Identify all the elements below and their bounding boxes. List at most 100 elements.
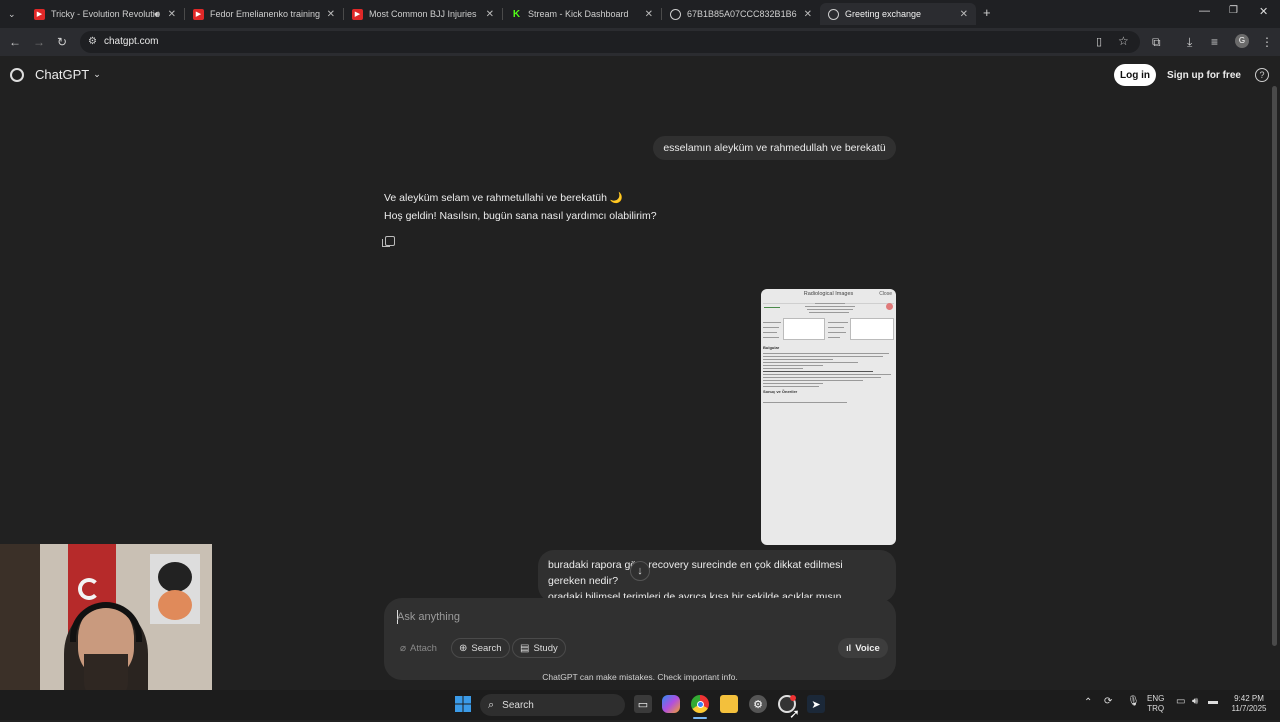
reload-icon[interactable]: ↻ — [57, 35, 67, 49]
window-close-icon[interactable]: ✕ — [1259, 5, 1268, 18]
taskbar: ⌕ Search ▭ ⚙︎ ➤ ➚ ⌃ ⟳ 🎙︎ ENG TRQ ▭ 🔊︎ ▬ … — [0, 690, 1280, 721]
doc-line — [763, 374, 891, 375]
doc-line — [763, 383, 823, 384]
study-label: Study — [533, 642, 558, 654]
restore-icon[interactable]: ❐ — [1229, 5, 1238, 16]
attached-image[interactable]: Radiological Images Close Bulgular Sonuç… — [761, 289, 896, 545]
doc-line — [763, 332, 777, 333]
openai-icon — [670, 8, 681, 20]
address-bar[interactable]: ⚙︎ chatgpt.com ▯ ☆ — [80, 31, 1140, 53]
new-tab-button[interactable]: + — [983, 6, 991, 20]
bookmark-star-icon[interactable]: ☆ — [1118, 34, 1129, 48]
file-explorer-icon[interactable] — [720, 695, 738, 713]
waveform-icon: ıl — [846, 643, 852, 653]
signup-button[interactable]: Sign up for free — [1163, 64, 1245, 86]
user-message: buradaki rapora göre recovery surecinde … — [538, 550, 896, 602]
battery-icon[interactable]: ▬ — [1208, 697, 1218, 707]
show-hidden-icons[interactable]: ⌃ — [1084, 698, 1092, 708]
doc-line — [828, 337, 840, 338]
doc-line — [805, 306, 855, 307]
download-icon[interactable]: ⤓ — [1187, 35, 1192, 49]
login-button[interactable]: Log in — [1114, 64, 1156, 86]
assistant-line: Ve aleyküm selam ve rahmetullahi ve bere… — [384, 192, 623, 204]
taskbar-search-label: Search — [502, 699, 534, 711]
page-scrollbar[interactable] — [1271, 56, 1278, 690]
settings-gear-icon[interactable]: ⚙︎ — [749, 695, 767, 713]
user-message: esselamın aleyküm ve rahmedullah ve bere… — [653, 136, 896, 160]
openai-icon — [828, 8, 839, 20]
task-view-icon[interactable]: ▭ — [634, 695, 652, 713]
extensions-icon[interactable]: ⧉ — [1152, 35, 1161, 49]
tab-bjj[interactable]: ▶ Most Common BJJ Injuries See ✕ — [344, 3, 502, 25]
doc-seal-icon — [886, 303, 893, 310]
profile-avatar-icon[interactable]: G — [1235, 34, 1249, 48]
scroll-down-button[interactable]: ↓ — [630, 561, 650, 581]
speaker-icon[interactable]: 🔊︎ — [154, 9, 160, 20]
close-tab-icon[interactable]: ✕ — [168, 9, 176, 20]
composer[interactable]: Ask anything ⌀ Attach ⊕ Search ▤ Study ıl Vo… — [384, 598, 896, 680]
scrollbar-thumb[interactable] — [1272, 86, 1277, 646]
kick-icon: K — [511, 8, 522, 20]
art-shape — [158, 590, 192, 620]
close-tab-icon[interactable]: ✕ — [327, 9, 335, 20]
chrome-icon[interactable] — [691, 695, 709, 713]
taskbar-search[interactable]: ⌕ Search — [480, 694, 625, 716]
headset-icon — [70, 602, 142, 642]
forward-icon[interactable]: → — [33, 35, 45, 49]
prompt-input[interactable]: Ask anything — [397, 611, 460, 623]
youtube-icon: ▶ — [352, 8, 363, 20]
close-tab-icon[interactable]: ✕ — [486, 9, 494, 20]
browser-tab-bar: ⌄ ▶ Tricky - Evolution Revolutio 🔊︎ ✕ ▶ … — [0, 0, 1280, 28]
brand-label: ChatGPT — [35, 67, 90, 82]
language-indicator[interactable]: ENG TRQ — [1147, 694, 1164, 714]
doc-line — [763, 327, 779, 328]
page-icon[interactable]: ▯ — [1096, 35, 1102, 49]
tab-search-chevron-icon[interactable]: ⌄ — [8, 7, 16, 21]
search-button[interactable]: ⊕ Search — [451, 638, 510, 658]
volume-icon[interactable]: 🔊︎ — [1192, 697, 1198, 707]
tab-title: Greeting exchange — [845, 9, 922, 19]
tab-title: Most Common BJJ Injuries See — [369, 9, 479, 19]
windows-start-icon[interactable] — [454, 695, 472, 713]
attachment-title: Radiological Images — [803, 291, 854, 297]
copy-icon[interactable] — [382, 236, 395, 247]
doc-line — [807, 309, 853, 310]
openai-logo-icon — [10, 67, 24, 82]
close-tab-icon[interactable]: ✕ — [804, 9, 812, 20]
tab-greeting-exchange[interactable]: Greeting exchange ✕ — [820, 3, 976, 25]
steam-icon[interactable]: ➤ — [807, 695, 825, 713]
site-info-icon[interactable]: ⚙︎ — [88, 35, 97, 49]
network-icon[interactable]: ▭ — [1176, 697, 1185, 707]
browser-menu-icon[interactable]: ⋮ — [1261, 35, 1273, 49]
close-tab-icon[interactable]: ✕ — [960, 9, 968, 20]
doc-line — [763, 337, 779, 338]
tab-tricky[interactable]: ▶ Tricky - Evolution Revolutio 🔊︎ ✕ — [26, 3, 184, 25]
voice-button[interactable]: ıl Voice — [838, 638, 888, 658]
doc-line — [763, 386, 819, 387]
doc-line — [763, 377, 881, 378]
doc-line — [815, 303, 845, 304]
model-selector[interactable]: ChatGPT ⌄ — [10, 67, 101, 82]
sync-icon[interactable]: ⟳ — [1104, 697, 1112, 707]
close-tab-icon[interactable]: ✕ — [645, 9, 653, 20]
doc-line — [763, 365, 823, 366]
tab-hash[interactable]: 67B1B85A07CCC832B1B6278E ✕ — [662, 3, 820, 25]
doc-logo — [764, 307, 780, 308]
clock-time: 9:42 PM — [1234, 694, 1264, 703]
tab-fedor[interactable]: ▶ Fedor Emelianenko training co ✕ — [185, 3, 343, 25]
microphone-icon[interactable]: 🎙︎ — [1127, 697, 1140, 707]
minimize-icon[interactable]: — — [1199, 5, 1210, 17]
tab-kick[interactable]: K Stream - Kick Dashboard ✕ — [503, 3, 661, 25]
crescent-icon — [78, 578, 100, 600]
copilot-icon[interactable] — [662, 695, 680, 713]
back-icon[interactable]: ← — [9, 35, 21, 49]
media-control-icon[interactable]: ≡ — [1211, 35, 1218, 49]
attach-button[interactable]: ⌀ Attach — [392, 638, 445, 658]
doc-line — [828, 332, 846, 333]
youtube-icon: ▶ — [34, 8, 45, 20]
study-button[interactable]: ▤ Study — [512, 638, 566, 658]
clock[interactable]: 9:42 PM 11/7/2025 — [1228, 694, 1270, 714]
help-icon[interactable]: ? — [1255, 68, 1269, 82]
globe-icon: ⊕ — [459, 642, 468, 654]
user-message-text: gereken nedir? — [548, 575, 619, 587]
